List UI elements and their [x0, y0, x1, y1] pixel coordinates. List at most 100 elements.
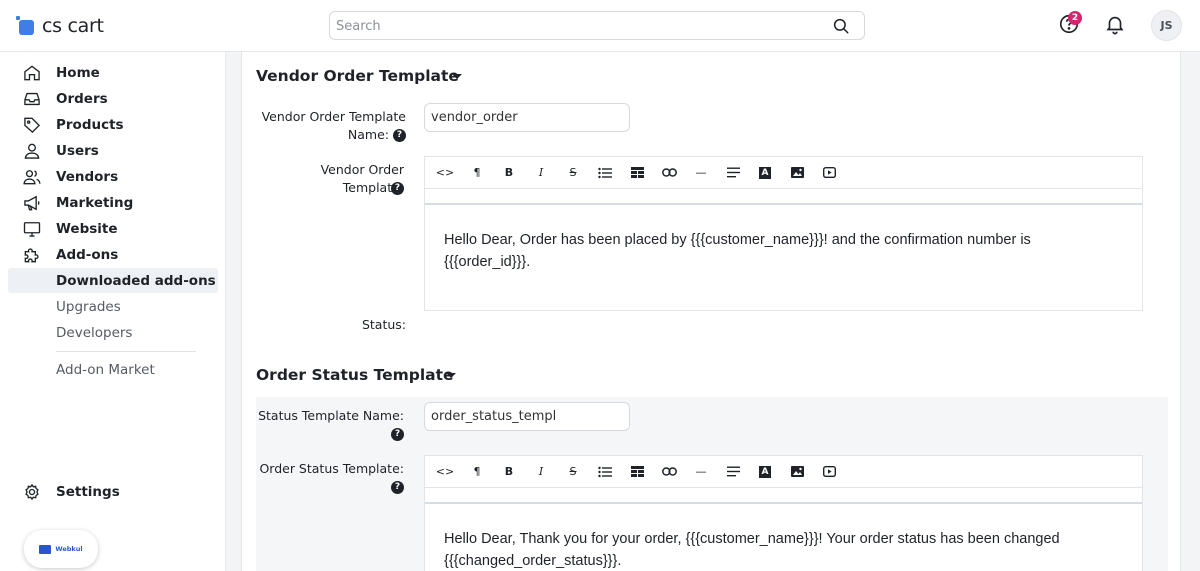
italic-button[interactable]: I [525, 458, 557, 486]
editor-text-line: {{{changed_order_status}}}. [444, 553, 622, 569]
align-icon [726, 167, 740, 178]
strikethrough-button[interactable]: S [557, 458, 589, 486]
vendor-template-name-input[interactable] [424, 103, 630, 132]
sidebar-item-orders[interactable]: Orders [8, 86, 218, 111]
link-icon [661, 467, 677, 476]
sidebar-subitem-label: Downloaded add-ons [56, 272, 216, 289]
link-button[interactable] [653, 159, 685, 187]
top-bar: cs cart 2 JS [0, 0, 1200, 52]
chevron-down-icon[interactable] [446, 373, 456, 378]
font-color-button[interactable]: A [749, 458, 781, 486]
button-glyph: — [695, 166, 707, 179]
users-icon [23, 169, 41, 184]
italic-button[interactable]: I [525, 159, 557, 187]
sidebar-item-label: Add-ons [56, 246, 119, 263]
video-button[interactable] [813, 458, 845, 486]
image-icon [790, 167, 804, 178]
bold-button[interactable]: B [493, 159, 525, 187]
search-icon[interactable] [832, 17, 850, 35]
sidebar-divider [56, 351, 196, 352]
sidebar-item-marketing[interactable]: Marketing [8, 190, 218, 215]
tag-icon [24, 117, 41, 133]
align-button[interactable] [717, 458, 749, 486]
sidebar-item-website[interactable]: Website [8, 216, 218, 241]
chevron-down-icon[interactable] [452, 74, 462, 79]
vendor-template-name-label: Vendor Order Template Name: ? [256, 108, 406, 144]
button-glyph: <> [435, 465, 455, 478]
section-title-vendor-order[interactable]: Vendor Order Template [256, 67, 459, 85]
cs-cart-logo[interactable]: cs cart [16, 14, 104, 38]
help-tooltip-icon[interactable]: ? [391, 481, 404, 494]
help-tooltip-icon[interactable]: ? [391, 428, 404, 441]
sidebar-item-users[interactable]: Users [8, 138, 218, 163]
home-icon [24, 64, 40, 80]
bell-icon[interactable] [1104, 13, 1126, 35]
editor-toolbar: <> ¶ B I S — A [425, 456, 1142, 488]
sidebar-subitem-upgrades[interactable]: Upgrades [8, 294, 218, 319]
video-button[interactable] [813, 159, 845, 187]
bullet-list-button[interactable] [589, 159, 621, 187]
sidebar-subitem-addon-market[interactable]: Add-on Market [8, 357, 218, 382]
avatar[interactable]: JS [1151, 10, 1182, 41]
sidebar-subitem-downloaded-addons[interactable]: Downloaded add-ons [8, 268, 218, 293]
image-icon [790, 466, 804, 477]
section-title-order-status[interactable]: Order Status Template [256, 366, 454, 384]
horizontal-rule-button[interactable]: — [685, 458, 717, 486]
sidebar-item-settings[interactable]: Settings [8, 479, 218, 504]
search-input[interactable] [336, 17, 816, 35]
sidebar-subitem-label: Add-on Market [56, 361, 155, 378]
font-color-button[interactable]: A [749, 159, 781, 187]
sidebar-item-vendors[interactable]: Vendors [8, 164, 218, 189]
sidebar-item-label: Users [56, 142, 99, 159]
sidebar-item-products[interactable]: Products [8, 112, 218, 137]
help-tooltip-icon[interactable]: ? [393, 129, 406, 142]
bold-button[interactable]: B [493, 458, 525, 486]
strikethrough-button[interactable]: S [557, 159, 589, 187]
sidebar-subitem-developers[interactable]: Developers [8, 320, 218, 345]
user-icon [24, 143, 40, 159]
button-glyph: B [504, 465, 514, 478]
table-icon [630, 167, 644, 178]
horizontal-rule-button[interactable]: — [685, 159, 717, 187]
image-button[interactable] [781, 159, 813, 187]
table-button[interactable] [621, 458, 653, 486]
webkul-text: Webkul [55, 545, 83, 553]
button-glyph: S [569, 465, 577, 478]
button-glyph: ¶ [473, 166, 481, 179]
paragraph-button[interactable]: ¶ [461, 159, 493, 187]
order-status-template-label: Order Status Template: [259, 461, 404, 476]
order-status-template-editor: <> ¶ B I S — A Hello Dear, Thank you for… [424, 455, 1143, 571]
bullet-list-button[interactable] [589, 458, 621, 486]
editor-text-line: {{{order_id}}}. [444, 254, 531, 270]
order-status-template-body[interactable]: Hello Dear, Thank you for your order, {{… [425, 502, 1142, 571]
sidebar-item-home[interactable]: Home [8, 60, 218, 85]
main-content: Vendor Order Template Vendor Order Templ… [226, 52, 1200, 571]
video-icon [822, 466, 836, 477]
label-line: Name: [347, 127, 390, 142]
sidebar-item-label: Marketing [56, 194, 134, 211]
paragraph-button[interactable]: ¶ [461, 458, 493, 486]
help-tooltip-icon[interactable]: ? [391, 182, 404, 195]
button-glyph: S [569, 166, 577, 179]
editor-text-line: Hello Dear, Order has been placed by {{{… [444, 232, 1031, 248]
button-glyph: — [695, 465, 707, 478]
code-view-button[interactable]: <> [429, 159, 461, 187]
code-view-button[interactable]: <> [429, 458, 461, 486]
table-button[interactable] [621, 159, 653, 187]
image-button[interactable] [781, 458, 813, 486]
webkul-badge[interactable]: Webkul [24, 530, 98, 568]
sidebar-item-addons[interactable]: Add-ons [8, 242, 218, 267]
vendor-template-body[interactable]: Hello Dear, Order has been placed by {{{… [425, 203, 1142, 309]
gear-icon [25, 483, 39, 500]
megaphone-icon [24, 195, 40, 210]
logo-text: cs cart [42, 15, 104, 37]
sidebar-item-label: Vendors [56, 168, 119, 185]
sidebar-item-label: Settings [56, 483, 120, 500]
vendor-template-label: Vendor Order Template: [320, 162, 404, 195]
sidebar-subitem-label: Developers [56, 324, 133, 341]
status-template-name-input[interactable] [424, 402, 630, 431]
logo-icon [16, 16, 36, 36]
table-icon [630, 466, 644, 477]
link-button[interactable] [653, 458, 685, 486]
align-button[interactable] [717, 159, 749, 187]
